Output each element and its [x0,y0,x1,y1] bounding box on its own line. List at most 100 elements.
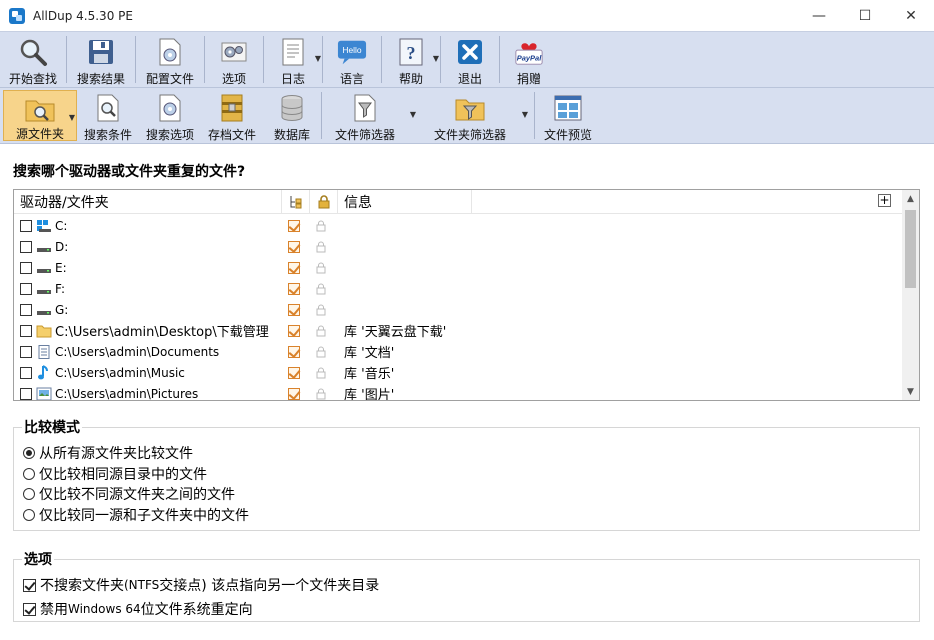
scrollbar-thumb[interactable] [905,210,916,288]
log-button[interactable]: 日志 ▼ [264,32,322,87]
help-button[interactable]: ? 帮助 ▼ [382,32,440,87]
include-subfolders-checkbox[interactable] [288,366,300,379]
column-info[interactable]: 信息 [338,190,472,214]
scroll-down-arrow-icon[interactable]: ▼ [902,383,919,400]
lock-outline-icon[interactable] [316,283,326,295]
folder-filter-icon [455,93,485,123]
app-logo-icon [9,7,25,24]
floppy-disk-icon [86,37,116,67]
exit-button[interactable]: 退出 [441,32,499,87]
list-vertical-scrollbar[interactable]: ▲ ▼ [902,190,919,400]
window-title: AllDup 4.5.30 PE [33,8,133,23]
row-checkbox[interactable] [20,282,32,295]
lock-outline-icon[interactable] [316,241,326,253]
lock-outline-icon[interactable] [316,220,326,232]
donate-button[interactable]: PayPal 捐赠 [500,32,558,87]
table-row[interactable]: C:\Users\admin\Music 库 '音乐' [14,362,902,383]
source-folder-dropdown-arrow-icon[interactable]: ▼ [69,113,75,122]
row-checkbox[interactable] [20,219,32,232]
file-preview-icon [553,93,583,123]
row-checkbox[interactable] [20,303,32,316]
gears-icon [219,37,249,67]
row-checkbox[interactable] [20,345,32,358]
database-tab[interactable]: 数据库 [263,88,321,143]
search-criteria-tab[interactable]: 搜索条件 [77,88,139,143]
lock-outline-icon[interactable] [316,304,326,316]
disable-fs-redirection-checkbox-row[interactable]: 禁用 Windows 64 位文件系统重定向 [23,599,253,619]
lock-outline-icon[interactable] [316,325,326,337]
sub-toolbar: 源文件夹 ▼ 搜索条件 搜索选项 存档文件 数据库 文件筛选器 ▼ 文件夹筛选器… [0,88,934,144]
column-subfolders[interactable] [282,190,310,214]
include-subfolders-checkbox[interactable] [288,345,300,358]
exit-x-icon [455,37,485,67]
column-lock[interactable] [310,190,338,214]
database-icon [277,93,307,123]
help-dropdown-arrow-icon[interactable]: ▼ [433,54,439,63]
include-subfolders-checkbox[interactable] [288,303,300,316]
source-folder-tab[interactable]: 源文件夹 ▼ [3,90,77,141]
table-row[interactable]: G: [14,299,902,320]
folder-filter-tab[interactable]: 文件夹筛选器 ▼ [418,88,528,143]
language-button[interactable]: Hello 语言 [323,32,381,87]
row-checkbox[interactable] [20,366,32,379]
search-criteria-icon [93,93,123,123]
minimize-button[interactable]: — [796,0,842,31]
scroll-up-arrow-icon[interactable]: ▲ [902,190,919,207]
close-button[interactable]: ✕ [888,0,934,31]
config-file-button[interactable]: 配置文件 [136,32,204,87]
table-row[interactable]: E: [14,257,902,278]
include-subfolders-checkbox[interactable] [288,324,300,337]
maximize-button[interactable]: ☐ [842,0,888,31]
lock-outline-icon[interactable] [316,367,326,379]
search-options-tab[interactable]: 搜索选项 [139,88,201,143]
skip-ntfs-junction-checkbox-row[interactable]: 不搜索文件夹 (NTFS 交接点) 该点指向另一个文件夹目录 [23,575,379,595]
file-filter-icon [350,93,380,123]
file-filter-tab[interactable]: 文件筛选器 ▼ [322,88,416,143]
lock-outline-icon[interactable] [316,388,326,400]
include-subfolders-checkbox[interactable] [288,219,300,232]
row-checkbox[interactable] [20,240,32,253]
row-checkbox[interactable] [20,261,32,274]
skip-ntfs-junction-checkbox[interactable] [23,578,36,592]
compare-different-source-radio[interactable]: 仅比较不同源文件夹之间的文件 [23,484,235,504]
paypal-heart-icon: PayPal [514,37,544,67]
column-drive-folder[interactable]: 驱动器/文件夹 [14,190,282,214]
radio-button[interactable] [23,509,35,521]
options-button[interactable]: 选项 [205,32,263,87]
include-subfolders-checkbox[interactable] [288,282,300,295]
search-options-icon [155,93,185,123]
row-checkbox[interactable] [20,324,32,337]
lock-outline-icon[interactable] [316,346,326,358]
include-subfolders-checkbox[interactable] [288,261,300,274]
compare-same-and-subfolder-radio[interactable]: 仅比较同一源和子文件夹中的文件 [23,505,249,525]
table-row[interactable]: C: [14,215,902,236]
search-results-button[interactable]: 搜索结果 [67,32,135,87]
radio-button[interactable] [23,488,35,500]
table-row[interactable]: F: [14,278,902,299]
main-toolbar: 开始查找 搜索结果 配置文件 选项 日志 ▼ Hello 语言 ? 帮助 ▼ 退… [0,31,934,88]
log-dropdown-arrow-icon[interactable]: ▼ [315,54,321,63]
row-checkbox[interactable] [20,387,32,400]
options-group: 选项 不搜索文件夹 (NTFS 交接点) 该点指向另一个文件夹目录 禁用 Win… [13,549,920,622]
radio-button[interactable] [23,468,35,480]
file-filter-dropdown-arrow-icon[interactable]: ▼ [410,110,416,119]
table-row[interactable]: C:\Users\admin\Documents 库 '文档' [14,341,902,362]
include-subfolders-checkbox[interactable] [288,387,300,400]
radio-button[interactable] [23,447,35,459]
compare-all-radio[interactable]: 从所有源文件夹比较文件 [23,443,193,463]
include-subfolders-checkbox[interactable] [288,240,300,253]
file-preview-tab[interactable]: 文件预览 [535,88,601,143]
subfolder-tree-icon [290,195,301,208]
source-folder-list[interactable]: 驱动器/文件夹 信息 + C: D: E: F: G: C:\Users\adm… [13,189,920,401]
disable-fs-redirection-checkbox[interactable] [23,602,36,616]
table-row[interactable]: C:\Users\admin\Pictures 库 '图片' [14,383,902,400]
folder-filter-dropdown-arrow-icon[interactable]: ▼ [522,110,528,119]
table-row[interactable]: C:\Users\admin\Desktop\下载管理 库 '天翼云盘下载' [14,320,902,341]
table-row[interactable]: D: [14,236,902,257]
expand-plus-button[interactable]: + [878,194,891,207]
compare-same-source-radio[interactable]: 仅比较相同源目录中的文件 [23,464,207,484]
lock-outline-icon[interactable] [316,262,326,274]
archive-files-tab[interactable]: 存档文件 [201,88,263,143]
start-search-button[interactable]: 开始查找 [0,32,66,87]
pictures-icon [36,387,52,400]
